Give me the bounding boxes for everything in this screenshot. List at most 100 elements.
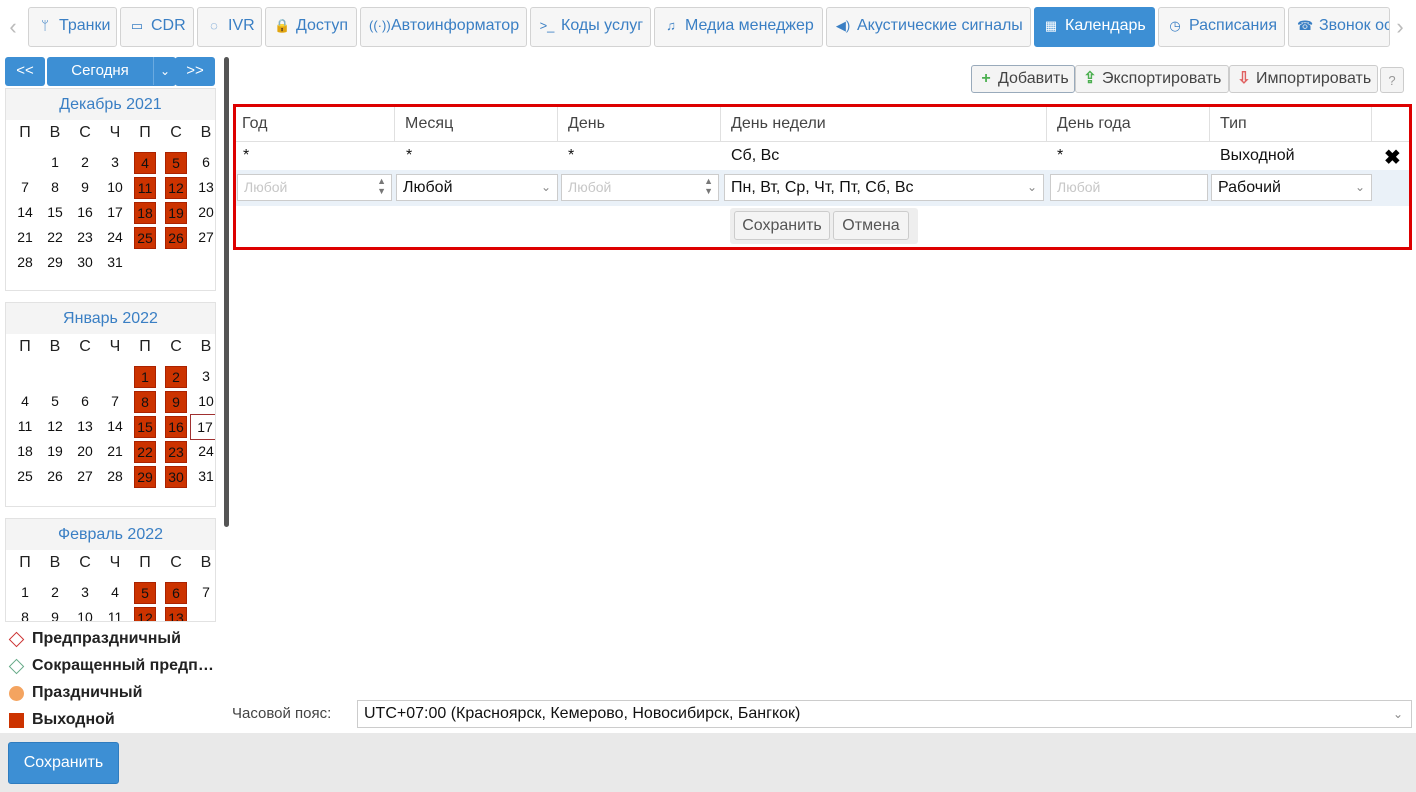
calendar-day[interactable]: 28 xyxy=(104,466,126,488)
tab-service-codes[interactable]: >_ Коды услуг xyxy=(530,7,651,47)
calendar-scrollbar[interactable] xyxy=(224,57,229,527)
calendar-day[interactable]: 7 xyxy=(104,391,126,413)
calendar-day[interactable]: 3 xyxy=(74,582,96,604)
calendar-day[interactable]: 5 xyxy=(44,391,66,413)
day-input[interactable]: Любой ▲ ▼ xyxy=(561,174,719,201)
calendar-day[interactable]: 10 xyxy=(104,177,126,199)
calendar-day[interactable]: 18 xyxy=(134,202,156,224)
col-month[interactable]: Месяц xyxy=(395,107,558,142)
year-input[interactable]: Любой ▲ ▼ xyxy=(237,174,392,201)
calendar-day[interactable]: 8 xyxy=(134,391,156,413)
calendar-day[interactable]: 11 xyxy=(134,177,156,199)
calendar-day[interactable]: 12 xyxy=(165,177,187,199)
weekday-select[interactable]: Пн, Вт, Ср, Чт, Пт, Сб, Вс ⌄ xyxy=(724,174,1044,201)
month-select[interactable]: Любой ⌄ xyxy=(396,174,558,201)
calendar-day[interactable]: 15 xyxy=(44,202,66,224)
timezone-select[interactable]: UTC+07:00 (Красноярск, Кемерово, Новосиб… xyxy=(357,700,1412,728)
col-type[interactable]: Тип xyxy=(1210,107,1372,142)
tab-calendar[interactable]: ▦ Календарь xyxy=(1034,7,1155,47)
calendar-day[interactable]: 16 xyxy=(74,202,96,224)
calendar-day[interactable]: 21 xyxy=(104,441,126,463)
calendar-day[interactable]: 7 xyxy=(14,177,36,199)
calendar-day[interactable]: 9 xyxy=(165,391,187,413)
col-yearday[interactable]: День года xyxy=(1047,107,1210,142)
next-month-button[interactable]: >> xyxy=(175,57,215,86)
month-title[interactable]: Январь 2022 xyxy=(6,303,215,334)
type-select[interactable]: Рабочий ⌄ xyxy=(1211,174,1372,201)
calendar-day[interactable]: 1 xyxy=(14,582,36,604)
calendar-day[interactable]: 8 xyxy=(14,607,36,621)
calendar-day[interactable]: 14 xyxy=(104,416,126,438)
calendar-day[interactable]: 16 xyxy=(165,416,187,438)
calendar-day[interactable]: 12 xyxy=(44,416,66,438)
calendar-day[interactable]: 23 xyxy=(74,227,96,249)
tab-acoustic-signals[interactable]: ◀) Акустические сигналы xyxy=(826,7,1031,47)
calendar-day[interactable]: 31 xyxy=(195,466,215,488)
delete-icon[interactable]: ✖ xyxy=(1384,145,1401,170)
calendar-day[interactable]: 17 xyxy=(104,202,126,224)
calendar-day[interactable]: 4 xyxy=(104,582,126,604)
calendar-day[interactable]: 20 xyxy=(74,441,96,463)
add-button[interactable]: + Добавить xyxy=(971,65,1075,93)
chevron-down-icon[interactable]: ⌄ xyxy=(153,57,176,85)
tab-schedules[interactable]: ◷ Расписания xyxy=(1158,7,1285,47)
calendar-day[interactable]: 19 xyxy=(165,202,187,224)
tab-ivr[interactable]: ◌ IVR xyxy=(197,7,262,47)
tab-access[interactable]: 🔒 Доступ xyxy=(265,7,357,47)
calendar-day[interactable]: 3 xyxy=(104,152,126,174)
calendar-day[interactable]: 29 xyxy=(44,252,66,274)
calendar-day[interactable]: 11 xyxy=(14,416,36,438)
calendar-day[interactable]: 11 xyxy=(104,607,126,621)
calendar-day[interactable]: 14 xyxy=(14,202,36,224)
import-button[interactable]: ⇩ Импортировать xyxy=(1229,65,1378,93)
calendar-day[interactable]: 26 xyxy=(44,466,66,488)
calendar-day[interactable]: 22 xyxy=(134,441,156,463)
calendar-day[interactable]: 28 xyxy=(14,252,36,274)
calendar-day[interactable]: 20 xyxy=(195,202,215,224)
calendar-day[interactable]: 9 xyxy=(74,177,96,199)
calendar-day[interactable]: 3 xyxy=(195,366,215,388)
month-title[interactable]: Февраль 2022 xyxy=(6,519,215,550)
calendar-day[interactable]: 31 xyxy=(104,252,126,274)
spinner-icon[interactable]: ▲ ▼ xyxy=(377,176,386,196)
calendar-day[interactable]: 25 xyxy=(134,227,156,249)
calendar-day[interactable]: 17 xyxy=(190,414,215,440)
calendar-day[interactable]: 9 xyxy=(44,607,66,621)
scroll-right-icon[interactable]: › xyxy=(1392,10,1408,44)
calendar-day[interactable]: 5 xyxy=(165,152,187,174)
col-year[interactable]: Год xyxy=(236,107,395,142)
calendar-day[interactable]: 26 xyxy=(165,227,187,249)
calendar-day[interactable]: 10 xyxy=(74,607,96,621)
calendar-day[interactable]: 4 xyxy=(134,152,156,174)
calendar-day[interactable]: 8 xyxy=(44,177,66,199)
calendar-day[interactable]: 27 xyxy=(74,466,96,488)
calendar-day[interactable]: 1 xyxy=(44,152,66,174)
calendar-day[interactable]: 29 xyxy=(134,466,156,488)
calendar-day[interactable]: 30 xyxy=(74,252,96,274)
calendar-day[interactable]: 18 xyxy=(14,441,36,463)
spinner-icon[interactable]: ▲ ▼ xyxy=(704,176,713,196)
calendar-day[interactable]: 13 xyxy=(165,607,187,621)
calendar-day[interactable]: 12 xyxy=(134,607,156,621)
calendar-day[interactable]: 6 xyxy=(165,582,187,604)
row-cancel-button[interactable]: Отмена xyxy=(833,211,909,240)
calendar-day[interactable]: 19 xyxy=(44,441,66,463)
calendar-day[interactable]: 10 xyxy=(195,391,215,413)
month-title[interactable]: Декабрь 2021 xyxy=(6,89,215,120)
calendar-day[interactable]: 6 xyxy=(195,152,215,174)
yearday-input[interactable]: Любой xyxy=(1050,174,1208,201)
calendar-day[interactable]: 24 xyxy=(104,227,126,249)
calendar-day[interactable]: 13 xyxy=(195,177,215,199)
calendar-day[interactable]: 25 xyxy=(14,466,36,488)
calendar-day[interactable]: 2 xyxy=(44,582,66,604)
calendar-day[interactable]: 13 xyxy=(74,416,96,438)
calendar-day[interactable]: 27 xyxy=(195,227,215,249)
tab-callback[interactable]: ☎ Звонок ос xyxy=(1288,7,1390,47)
calendar-day[interactable]: 22 xyxy=(44,227,66,249)
calendar-day[interactable]: 5 xyxy=(134,582,156,604)
calendar-day[interactable]: 24 xyxy=(195,441,215,463)
save-button[interactable]: Сохранить xyxy=(8,742,119,784)
calendar-day[interactable]: 15 xyxy=(134,416,156,438)
col-day[interactable]: День xyxy=(558,107,721,142)
calendar-day[interactable]: 2 xyxy=(74,152,96,174)
